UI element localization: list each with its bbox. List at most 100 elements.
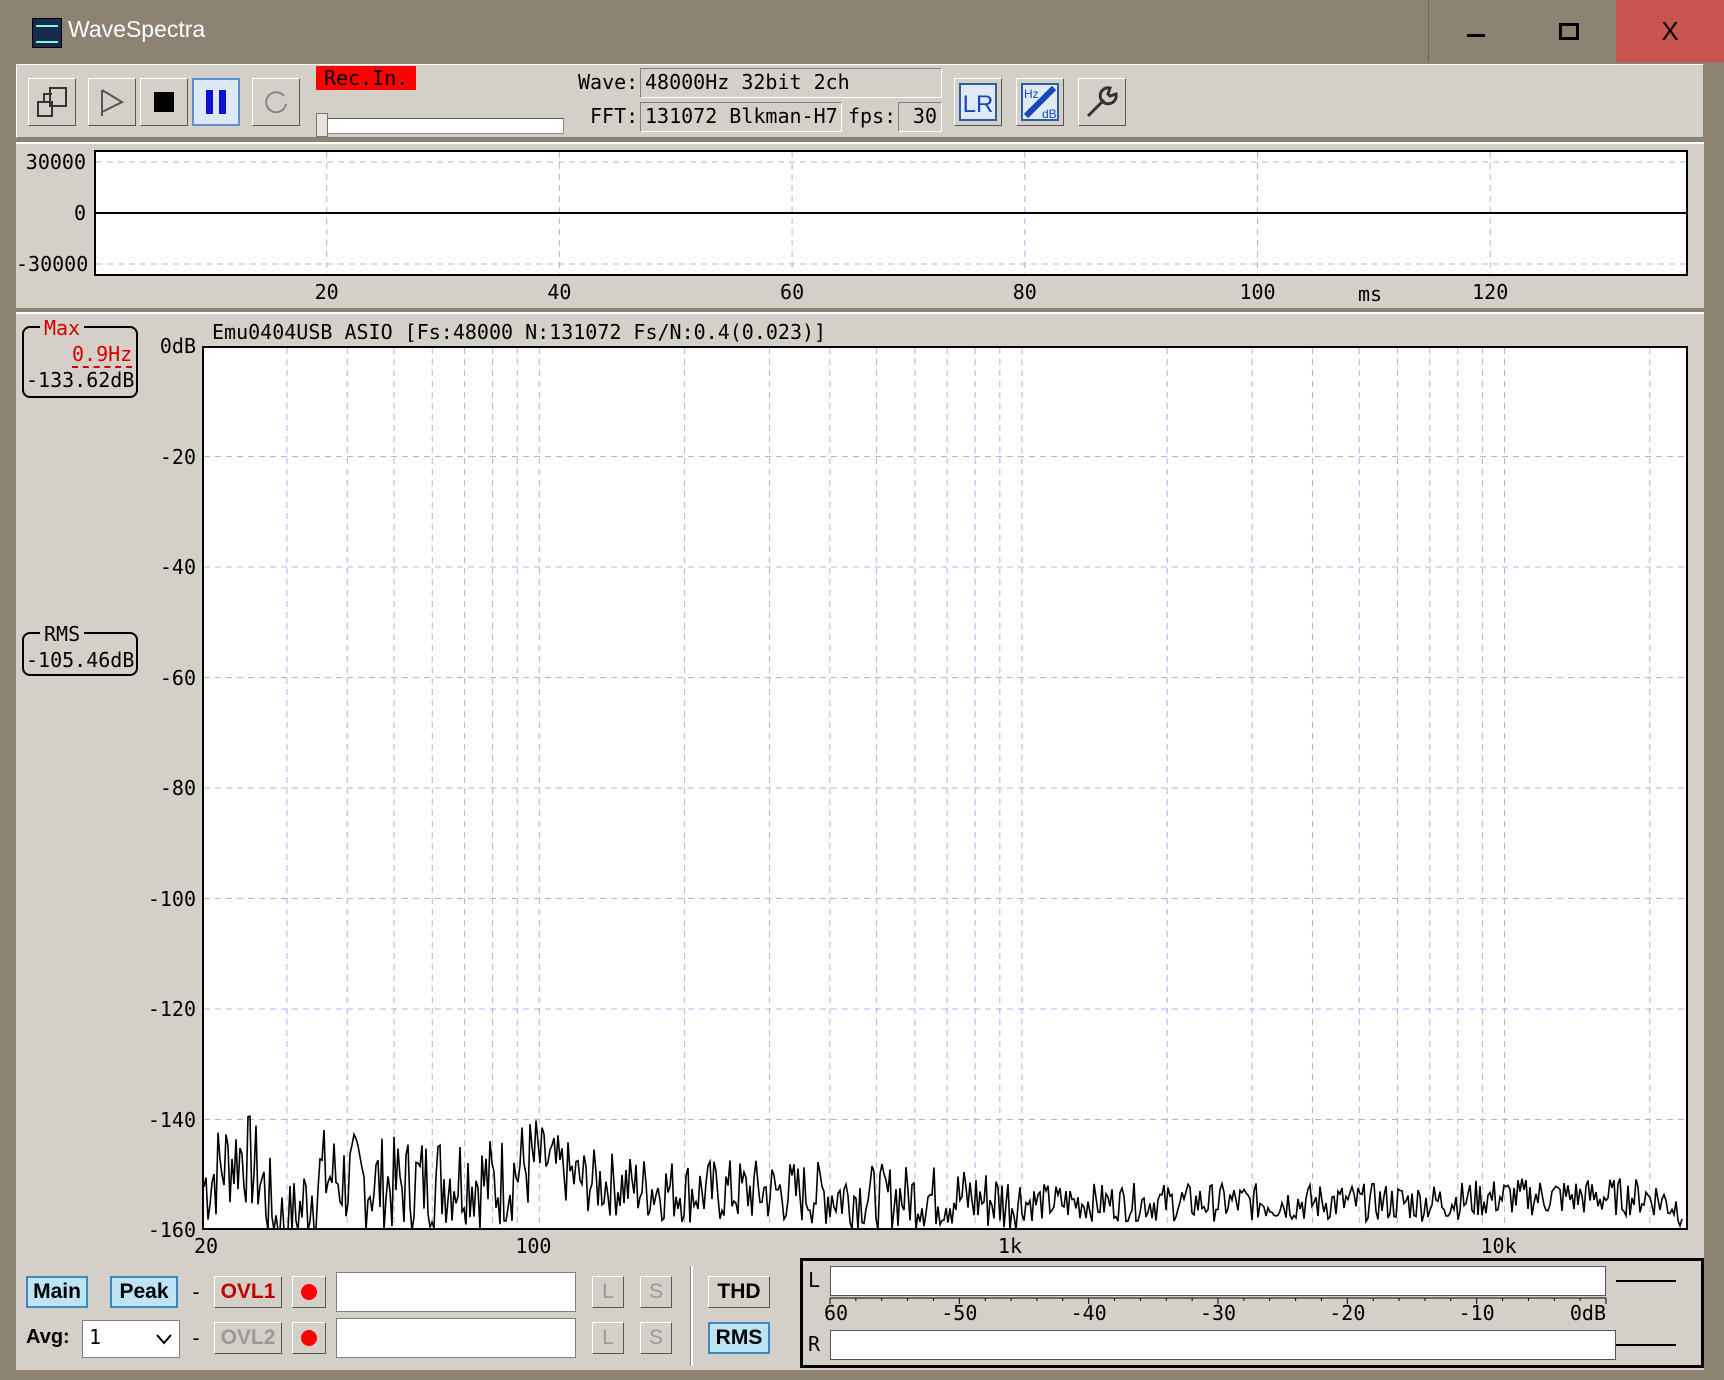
thd-button[interactable]: THD [708, 1276, 770, 1308]
meter-l-bar [830, 1266, 1606, 1296]
max-db-value: -133.62dB [26, 368, 135, 392]
spectrum-x-tick: 20 [194, 1234, 219, 1258]
meter-tick-label: -10 [1459, 1301, 1495, 1325]
fft-setting-field[interactable]: 131072 Blkman-H7 [640, 102, 842, 132]
waveform-x-tick: 60 [780, 280, 805, 304]
spectrum-plot[interactable] [202, 346, 1688, 1230]
play-button[interactable] [88, 78, 136, 126]
refresh-icon [265, 91, 287, 114]
rms-button[interactable]: RMS [708, 1322, 770, 1354]
record-icon [301, 1284, 317, 1300]
waveform-y-tick: -30000 [16, 252, 89, 276]
waveform-x-unit: ms [1358, 282, 1383, 306]
ovl2-load-button[interactable]: L [592, 1322, 624, 1354]
open-config-icon [37, 87, 67, 117]
hz-icon-text: Hz [1024, 87, 1039, 101]
lr-channel-icon: LR [959, 83, 997, 121]
meter-l-label: L [808, 1268, 821, 1292]
waveform-x-tick: 120 [1472, 280, 1509, 304]
rec-level-slider[interactable] [318, 118, 564, 134]
device-info-header: Emu0404USB ASIO [Fs:48000 N:131072 Fs/N:… [212, 320, 827, 344]
meter-r-bar [830, 1330, 1616, 1360]
close-button[interactable]: X [1616, 0, 1724, 62]
meter-tick-label: 0dB [1570, 1301, 1606, 1325]
spectrum-y-tick: 0dB [159, 334, 196, 358]
fps-field[interactable]: 30 [898, 102, 942, 132]
pause-button[interactable] [192, 78, 240, 126]
waveform-plot[interactable] [94, 150, 1688, 276]
rec-in-label: Rec.In. [316, 66, 417, 90]
refresh-button[interactable] [252, 78, 300, 126]
open-config-button[interactable] [28, 78, 76, 126]
stop-icon [154, 92, 174, 112]
waveform-x-tick: 100 [1239, 280, 1276, 304]
hz-db-scale-button[interactable]: Hz dB [1016, 78, 1064, 126]
lr-channel-button[interactable]: LR [954, 78, 1002, 126]
window-title: WaveSpectra [68, 16, 206, 42]
fps-label: fps: [848, 104, 897, 128]
dash-2: - [190, 1326, 203, 1350]
spectrum-x-tick: 1k [997, 1234, 1022, 1258]
pause-icon [206, 90, 226, 114]
app-icon [32, 18, 62, 48]
spectrum-y-tick: -160 [147, 1218, 196, 1242]
ovl2-name-field[interactable] [336, 1318, 576, 1358]
wave-format-field: 48000Hz 32bit 2ch [640, 68, 942, 98]
waveform-y-tick: 30000 [25, 150, 86, 174]
ovl1-save-button[interactable]: S [640, 1276, 672, 1308]
rec-slider-thumb[interactable] [316, 113, 328, 137]
bottom-divider [690, 1266, 693, 1366]
spectrum-y-tick: -20 [159, 444, 196, 469]
stop-button[interactable] [140, 78, 188, 126]
chevron-down-icon [156, 1334, 172, 1345]
play-icon [101, 89, 125, 116]
title-bar: WaveSpectra X [0, 0, 1724, 64]
spectrum-y-tick: -140 [147, 1107, 196, 1132]
wave-label: Wave: [578, 70, 639, 94]
settings-button[interactable] [1078, 78, 1126, 126]
ovl1-load-button[interactable]: L [592, 1276, 624, 1308]
db-icon-text: dB [1042, 107, 1057, 121]
main-button[interactable]: Main [26, 1276, 88, 1308]
meter-r-peak-line [1616, 1344, 1676, 1346]
meter-tick-label: -20 [1329, 1301, 1365, 1325]
spectrum-y-tick: -60 [159, 665, 196, 690]
hz-db-scale-icon: HzdB [1021, 83, 1059, 121]
rms-db-value: -105.46dB [26, 648, 135, 672]
meter-l-peak-line [1616, 1280, 1676, 1282]
meter-tick-label: -30 [1200, 1301, 1236, 1325]
avg-value: 1 [89, 1325, 102, 1349]
rms-label: RMS [40, 622, 85, 646]
ovl2-save-button[interactable]: S [640, 1322, 672, 1354]
spectrum-x-tick: 100 [515, 1234, 552, 1258]
meter-tick-label: -50 [941, 1301, 977, 1325]
waveform-y-tick: 0 [73, 201, 86, 225]
meter-tick-label: -60 [824, 1301, 848, 1325]
meter-r-label: R [808, 1332, 821, 1356]
avg-label: Avg: [26, 1326, 70, 1348]
peak-button[interactable]: Peak [110, 1276, 178, 1308]
ovl1-name-field[interactable] [336, 1272, 576, 1312]
fft-label: FFT: [590, 104, 639, 128]
ovl1-record-button[interactable] [292, 1276, 326, 1308]
maximize-button[interactable] [1522, 0, 1616, 62]
spectrum-x-tick: 10k [1480, 1234, 1517, 1258]
meter-scale: -60 -50 -40 -30 -20 -10 0dB [824, 1297, 1607, 1325]
ovl2-button[interactable]: OVL2 [214, 1322, 282, 1354]
record-icon [301, 1330, 317, 1346]
max-label: Max [40, 316, 85, 340]
avg-select[interactable]: 1 [82, 1320, 180, 1358]
ovl2-record-button[interactable] [292, 1322, 326, 1354]
max-frequency: 0.9Hz [72, 342, 133, 368]
waveform-x-tick: 20 [314, 280, 339, 304]
meter-tick-label: -40 [1071, 1301, 1107, 1325]
minimize-icon [1467, 33, 1485, 37]
ovl1-button[interactable]: OVL1 [214, 1276, 282, 1308]
maximize-icon [1559, 22, 1579, 40]
spectrum-y-tick: -120 [147, 997, 196, 1021]
spectrum-y-tick: -100 [147, 886, 196, 911]
lr-icon-text: LR [963, 91, 994, 118]
minimize-button[interactable] [1428, 0, 1523, 62]
settings-wrench-icon [1086, 86, 1118, 118]
close-icon: X [1661, 15, 1679, 46]
